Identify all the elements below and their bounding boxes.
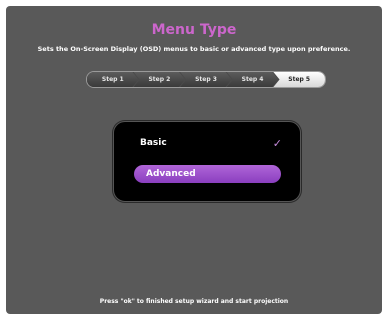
setup-wizard-screen: Menu Type Sets the On-Screen Display (OS… (6, 6, 382, 314)
option-advanced[interactable]: Advanced (134, 165, 281, 183)
step-4[interactable]: Step 4 (226, 72, 279, 87)
menu-type-panel: Basic ✓ Advanced (113, 121, 301, 202)
check-icon: ✓ (272, 136, 282, 150)
option-basic-label: Basic (140, 138, 167, 148)
page-title: Menu Type (151, 22, 237, 38)
step-progress-bar: Step 1 Step 2 Step 3 Step 4 Step 5 (86, 71, 326, 88)
page-description: Sets the On-Screen Display (OSD) menus t… (37, 45, 351, 53)
option-basic[interactable]: Basic ✓ (136, 134, 282, 152)
footer-hint: Press "ok" to finished setup wizard and … (99, 298, 289, 305)
step-2[interactable]: Step 2 (133, 72, 186, 87)
step-3[interactable]: Step 3 (180, 72, 232, 87)
step-5[interactable]: Step 5 (273, 72, 325, 87)
step-1[interactable]: Step 1 (87, 72, 139, 87)
